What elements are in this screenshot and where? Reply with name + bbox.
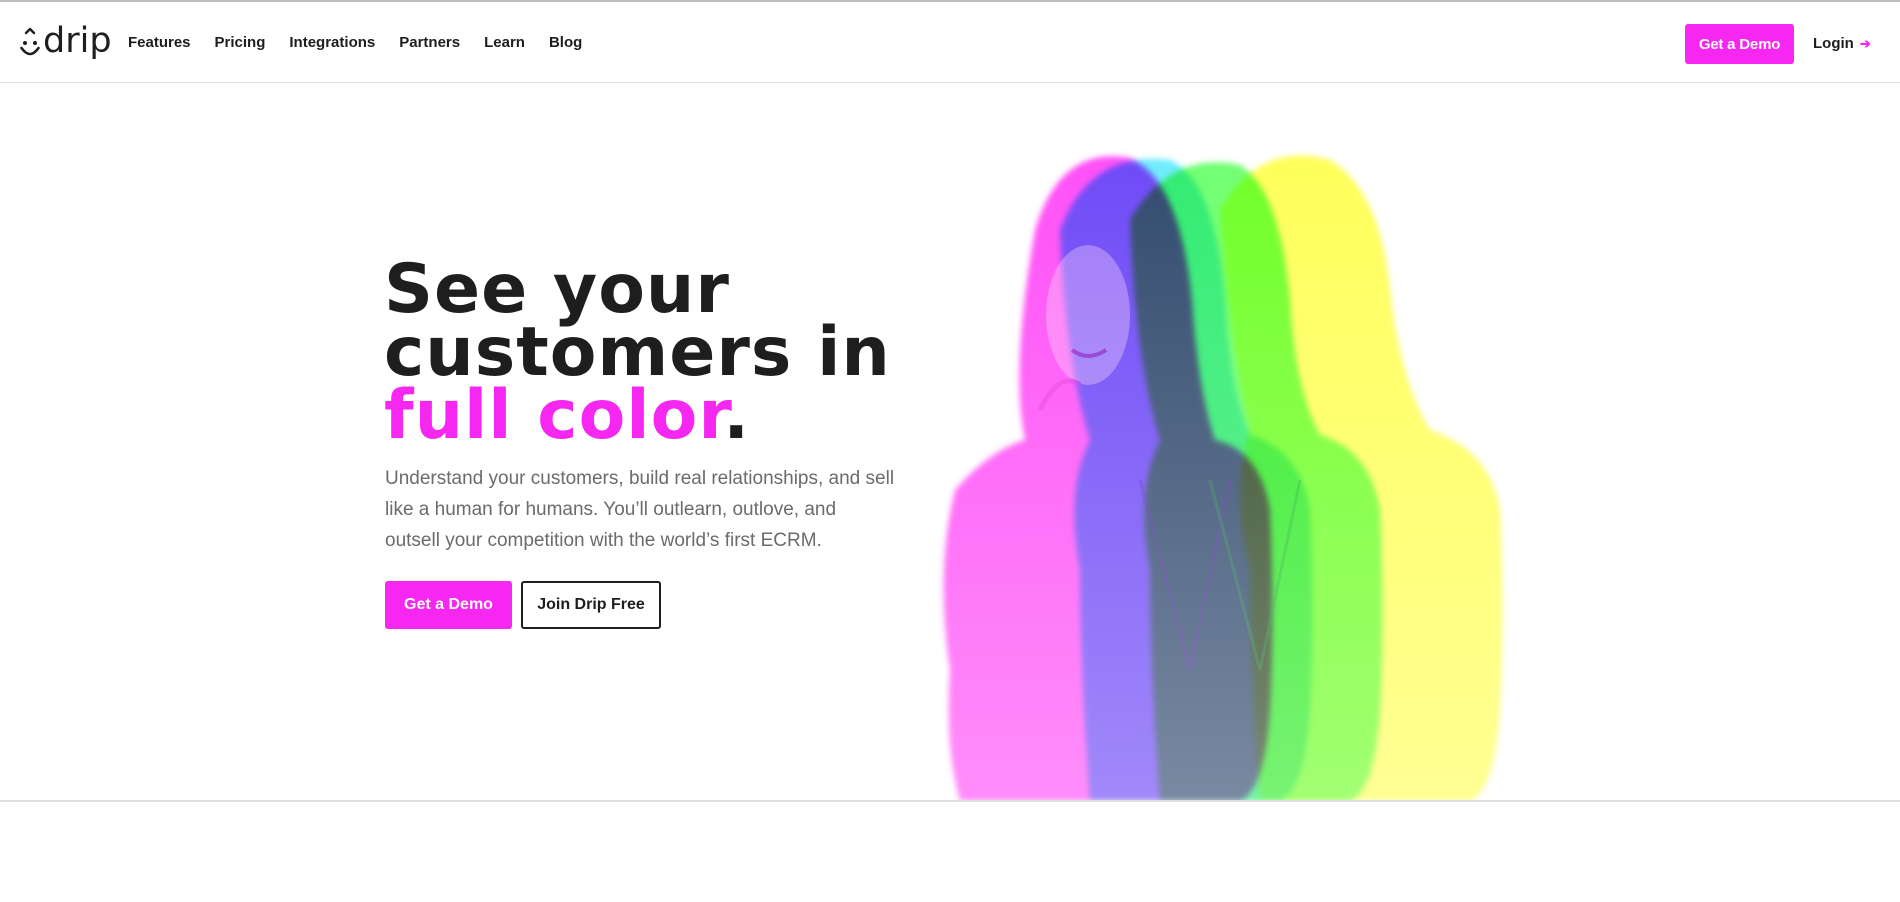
hero-headline: See your customers in full color. [384,250,891,450]
hero-image [930,150,1570,801]
nav-get-demo-button[interactable]: Get a Demo [1685,24,1794,64]
section-divider [0,800,1900,802]
color-offset-portrait [930,150,1570,801]
hero-subtitle: Understand your customers, build real re… [385,468,895,551]
smiley-drop-icon [19,27,41,59]
headline-accent: full color [384,376,724,455]
nav-learn[interactable]: Learn [484,32,525,54]
login-label: Login [1813,35,1854,52]
headline-line-3: full color. [384,382,891,450]
headline-line-2: customers in [384,313,891,392]
nav-partners[interactable]: Partners [399,32,460,54]
nav-features[interactable]: Features [128,32,191,54]
nav-pricing[interactable]: Pricing [215,32,266,54]
join-drip-free-button[interactable]: Join Drip Free [521,581,661,629]
arrow-right-icon: ➔ [1859,35,1871,51]
hero-get-demo-button[interactable]: Get a Demo [385,581,512,629]
nav-blog[interactable]: Blog [549,32,582,54]
logo-wordmark: drip [43,20,112,61]
nav-integrations[interactable]: Integrations [289,32,375,54]
login-link[interactable]: Login ➔ [1813,35,1871,52]
drip-logo[interactable]: drip [19,20,112,62]
top-navigation: drip Features Pricing Integrations Partn… [0,2,1900,83]
headline-line-1: See your [384,250,730,329]
main-menu: Features Pricing Integrations Partners L… [128,32,606,54]
headline-period: . [723,376,751,455]
